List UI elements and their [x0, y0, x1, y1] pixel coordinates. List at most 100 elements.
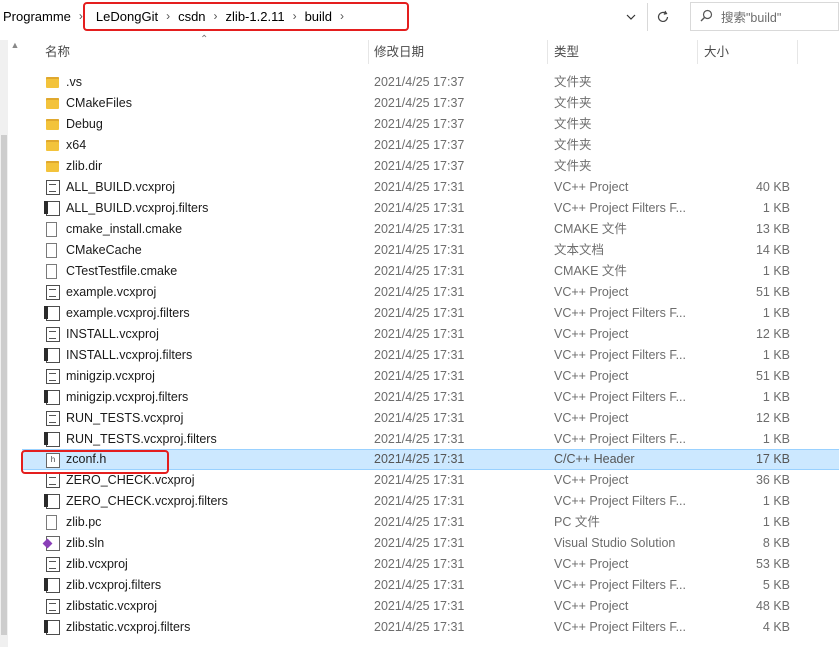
file-row[interactable]: RUN_TESTS.vcxproj.filters 2021/4/25 17:31… — [22, 429, 839, 450]
file-name[interactable]: ALL_BUILD.vcxproj — [66, 177, 175, 198]
file-name[interactable]: Debug — [66, 114, 103, 135]
file-row[interactable]: zlibstatic.vcxproj 2021/4/25 17:31 VC++ Pr… — [22, 596, 839, 617]
file-date: 2021/4/25 17:31 — [374, 494, 465, 508]
file-row[interactable]: zlib.pc 2021/4/25 17:31 PC 文件 1 KB — [22, 512, 839, 533]
breadcrumb-separator-icon[interactable]: › — [208, 9, 224, 23]
breadcrumb-separator-icon[interactable]: › — [160, 9, 176, 23]
file-type: VC++ Project — [554, 557, 629, 571]
file-name[interactable]: zlib.pc — [66, 512, 101, 533]
chevron-up-icon[interactable]: ▲ — [8, 40, 22, 56]
breadcrumb-separator-icon[interactable]: › — [334, 9, 350, 23]
folder-icon — [46, 119, 59, 130]
file-date: 2021/4/25 17:31 — [374, 536, 465, 550]
file-size: 12 KB — [755, 327, 790, 341]
search-box[interactable]: 搜索"build" — [690, 2, 839, 31]
breadcrumb-item-zlib[interactable]: zlib-1.2.11 — [224, 9, 287, 24]
file-size: 1 KB — [762, 306, 790, 320]
vcxproj-icon — [46, 369, 60, 384]
column-divider[interactable] — [547, 40, 548, 64]
file-name[interactable]: ALL_BUILD.vcxproj.filters — [66, 198, 208, 219]
file-name[interactable]: INSTALL.vcxproj.filters — [66, 345, 192, 366]
file-date: 2021/4/25 17:31 — [374, 452, 465, 466]
file-name[interactable]: zlib.dir — [66, 156, 102, 177]
file-name[interactable]: RUN_TESTS.vcxproj — [66, 408, 183, 429]
file-size: 17 KB — [755, 452, 790, 466]
file-row[interactable]: ALL_BUILD.vcxproj 2021/4/25 17:31 VC++ Pro… — [22, 177, 839, 198]
refresh-icon[interactable] — [649, 3, 677, 31]
folder-icon — [46, 161, 59, 172]
file-row[interactable]: RUN_TESTS.vcxproj 2021/4/25 17:31 VC++ Pro… — [22, 408, 839, 429]
file-row[interactable]: zlib.sln 2021/4/25 17:31 Visual Studio Sol… — [22, 533, 839, 554]
scrollbar[interactable] — [0, 40, 8, 647]
breadcrumb-lead[interactable]: Programme — [0, 9, 71, 24]
file-row[interactable]: h zconf.h 2021/4/25 17:31 C/C++ Header 17 KB — [22, 449, 839, 470]
file-name[interactable]: example.vcxproj.filters — [66, 303, 190, 324]
file-row[interactable]: Debug 2021/4/25 17:37 文件夹 — [22, 114, 839, 135]
filters-icon — [44, 578, 60, 593]
file-row[interactable]: minigzip.vcxproj.filters 2021/4/25 17:31 V… — [22, 387, 839, 408]
file-name[interactable]: CMakeCache — [66, 240, 142, 261]
file-row[interactable]: CMakeFiles 2021/4/25 17:37 文件夹 — [22, 93, 839, 114]
file-name[interactable]: ZERO_CHECK.vcxproj — [66, 470, 195, 491]
file-row[interactable]: ZERO_CHECK.vcxproj 2021/4/25 17:31 VC++ Pr… — [22, 470, 839, 491]
file-row[interactable]: example.vcxproj.filters 2021/4/25 17:31 VC… — [22, 303, 839, 324]
column-header-type[interactable]: 类型 — [549, 40, 697, 64]
file-row[interactable]: ZERO_CHECK.vcxproj.filters 2021/4/25 17:3… — [22, 491, 839, 512]
file-type: VC++ Project — [554, 473, 629, 487]
column-header-date[interactable]: 修改日期 — [369, 40, 547, 64]
file-row[interactable]: zlib.vcxproj 2021/4/25 17:31 VC++ Project 5… — [22, 554, 839, 575]
file-row[interactable]: zlib.dir 2021/4/25 17:37 文件夹 — [22, 156, 839, 177]
column-header-size[interactable]: 大小 — [699, 40, 799, 64]
file-name[interactable]: x64 — [66, 135, 86, 156]
file-size: 53 KB — [755, 557, 790, 571]
file-row[interactable]: CTestTestfile.cmake 2021/4/25 17:31 CMAKE … — [22, 261, 839, 282]
file-name[interactable]: zlib.sln — [66, 533, 104, 554]
breadcrumb-separator-icon[interactable]: › — [73, 9, 89, 23]
file-row[interactable]: x64 2021/4/25 17:37 文件夹 — [22, 135, 839, 156]
column-divider[interactable] — [797, 40, 798, 64]
file-name[interactable]: cmake_install.cmake — [66, 219, 182, 240]
file-row[interactable]: INSTALL.vcxproj.filters 2021/4/25 17:31 VC… — [22, 345, 839, 366]
file-row[interactable]: zlibstatic.vcxproj.filters 2021/4/25 17:3… — [22, 617, 839, 638]
breadcrumb-item-ledonggit[interactable]: LeDongGit — [94, 9, 160, 24]
filters-icon — [44, 201, 60, 216]
column-header-name[interactable]: 名称 — [40, 40, 368, 64]
file-name[interactable]: CTestTestfile.cmake — [66, 261, 177, 282]
file-name[interactable]: minigzip.vcxproj — [66, 366, 155, 387]
file-date: 2021/4/25 17:31 — [374, 620, 465, 634]
file-name[interactable]: zlibstatic.vcxproj — [66, 596, 157, 617]
file-name[interactable]: zlib.vcxproj — [66, 554, 128, 575]
file-row[interactable]: CMakeCache 2021/4/25 17:31 文本文档 14 KB — [22, 240, 839, 261]
file-name[interactable]: zconf.h — [66, 450, 106, 469]
file-date: 2021/4/25 17:31 — [374, 432, 465, 446]
file-row[interactable]: .vs 2021/4/25 17:37 文件夹 — [22, 72, 839, 93]
breadcrumb-item-build[interactable]: build — [303, 9, 334, 24]
breadcrumb-separator-icon[interactable]: › — [287, 9, 303, 23]
file-name[interactable]: example.vcxproj — [66, 282, 156, 303]
file-row[interactable]: minigzip.vcxproj 2021/4/25 17:31 VC++ Proj… — [22, 366, 839, 387]
file-name[interactable]: CMakeFiles — [66, 93, 132, 114]
file-name[interactable]: zlib.vcxproj.filters — [66, 575, 161, 596]
file-size: 48 KB — [755, 599, 790, 613]
chevron-down-icon[interactable] — [620, 6, 642, 28]
file-row[interactable]: ALL_BUILD.vcxproj.filters 2021/4/25 17:31… — [22, 198, 839, 219]
file-name[interactable]: ZERO_CHECK.vcxproj.filters — [66, 491, 228, 512]
file-name[interactable]: zlibstatic.vcxproj.filters — [66, 617, 190, 638]
file-name[interactable]: .vs — [66, 72, 82, 93]
file-row[interactable]: INSTALL.vcxproj 2021/4/25 17:31 VC++ Proje… — [22, 324, 839, 345]
scrollbar-thumb[interactable] — [1, 135, 7, 635]
file-date: 2021/4/25 17:37 — [374, 159, 465, 173]
file-name[interactable]: minigzip.vcxproj.filters — [66, 387, 188, 408]
file-row[interactable]: example.vcxproj 2021/4/25 17:31 VC++ Proje… — [22, 282, 839, 303]
vcxproj-icon — [46, 599, 60, 614]
breadcrumb-item-csdn[interactable]: csdn — [176, 9, 207, 24]
address-bar[interactable]: Programme › LeDongGit › csdn › zlib-1.2.… — [0, 0, 678, 32]
file-date: 2021/4/25 17:37 — [374, 96, 465, 110]
search-input[interactable]: 搜索"build" — [721, 7, 781, 26]
file-row[interactable]: cmake_install.cmake 2021/4/25 17:31 CMAKE … — [22, 219, 839, 240]
file-name[interactable]: INSTALL.vcxproj — [66, 324, 159, 345]
column-divider[interactable] — [697, 40, 698, 64]
file-name[interactable]: RUN_TESTS.vcxproj.filters — [66, 429, 217, 450]
file-type: VC++ Project Filters F... — [554, 432, 686, 446]
file-row[interactable]: zlib.vcxproj.filters 2021/4/25 17:31 VC++ … — [22, 575, 839, 596]
